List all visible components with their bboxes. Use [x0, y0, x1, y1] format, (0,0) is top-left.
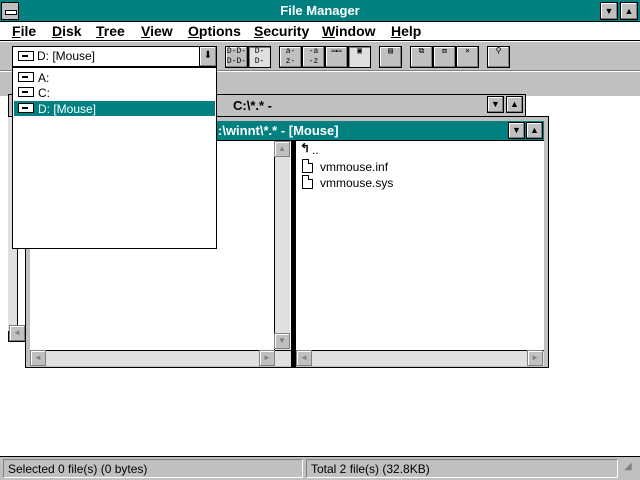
disconnect-network-drive-button[interactable]: D- D- [248, 46, 271, 68]
file-item[interactable]: vmmouse.inf [300, 159, 420, 175]
sort-by-date-button[interactable]: -a -z [302, 46, 325, 68]
file-icon [302, 159, 313, 173]
menu-bar: File Disk Tree View Options Security Win… [0, 22, 640, 41]
file-list-horizontal-scrollbar[interactable]: ◄ ► [296, 350, 544, 366]
maximize-child-button[interactable]: ▲ [526, 122, 543, 139]
sort-by-type-button[interactable]: ▣ [348, 46, 371, 68]
sort-by-size-button[interactable]: ▭▭ [325, 46, 348, 68]
drive-option-d[interactable]: D: [Mouse] [14, 101, 215, 116]
menu-file[interactable]: File [12, 23, 36, 39]
drive-option-label: D: [Mouse] [38, 102, 97, 116]
sort-by-name-button[interactable]: a-z- [279, 46, 302, 68]
minimize-child-button[interactable]: ▼ [508, 122, 525, 139]
file-item[interactable]: vmmouse.sys [300, 175, 420, 191]
parent-directory-label: .. [312, 143, 319, 157]
menu-options[interactable]: Options [188, 23, 241, 39]
window-title: File Manager [280, 3, 360, 18]
file-icon [302, 175, 313, 189]
drive-option-label: A: [38, 71, 50, 85]
drive-selector[interactable]: D: [Mouse] ⬇ [12, 46, 217, 67]
status-total: Total 2 file(s) (32.8KB) [306, 459, 618, 478]
removable-drive-icon [18, 103, 34, 113]
status-bar: Selected 0 file(s) (0 bytes) Total 2 fil… [0, 456, 640, 480]
parent-directory-item[interactable]: ↰ .. [300, 141, 340, 157]
background-window-title: C:\*.* - [233, 98, 272, 113]
bg-maximize-button[interactable]: ▲ [506, 96, 523, 113]
tree-horizontal-scrollbar[interactable]: ◄ ► [30, 350, 291, 366]
bg-minimize-button[interactable]: ▼ [487, 96, 504, 113]
minimize-button[interactable]: ▼ [600, 2, 618, 20]
connect-network-drive-button[interactable]: D-D- D-D- [225, 46, 248, 68]
move-button[interactable]: ⧈ [433, 46, 456, 68]
menu-tree[interactable]: Tree [96, 23, 125, 39]
drive-dropdown-button[interactable]: ⬇ [199, 47, 216, 66]
drive-option-label: C: [38, 86, 50, 100]
menu-disk[interactable]: Disk [52, 23, 82, 39]
drive-option-a[interactable]: A: [14, 70, 215, 85]
menu-view[interactable]: View [141, 23, 173, 39]
up-arrow-icon: ↰ [300, 141, 311, 155]
maximize-button[interactable]: ▲ [620, 2, 638, 20]
drive-selector-value: D: [Mouse] [37, 49, 96, 63]
removable-drive-icon [18, 51, 34, 61]
resize-grip-icon[interactable]: ◢ [624, 461, 638, 477]
files-scroll-left-button[interactable]: ◄ [296, 350, 312, 366]
tree-vertical-scrollbar[interactable]: ▲ ▼ [274, 141, 290, 350]
tree-scroll-down-button[interactable]: ▼ [274, 333, 290, 349]
delete-button[interactable]: ✕ [456, 46, 479, 68]
tree-scroll-right-button[interactable]: ► [259, 350, 275, 366]
menu-security[interactable]: Security [254, 23, 309, 39]
copy-button[interactable]: ⧉ [410, 46, 433, 68]
floppy-drive-icon [18, 72, 34, 82]
new-window-button[interactable]: ▤ [379, 46, 402, 68]
menu-window[interactable]: Window [322, 23, 376, 39]
files-scroll-right-button[interactable]: ► [527, 350, 543, 366]
drive-dropdown-list: A: C: D: [Mouse] [12, 67, 217, 249]
tree-scroll-up-button[interactable]: ▲ [274, 141, 290, 157]
file-list-pane[interactable]: ↰ .. vmmouse.inf vmmouse.sys [296, 141, 544, 350]
active-window-title: :\winnt\*.* - [Mouse] [218, 123, 339, 138]
tree-scroll-left-button[interactable]: ◄ [30, 350, 46, 366]
title-bar: File Manager ▼ ▲ [0, 0, 640, 22]
status-selected: Selected 0 file(s) (0 bytes) [3, 459, 303, 478]
file-name: vmmouse.sys [320, 176, 394, 190]
file-name: vmmouse.inf [320, 160, 389, 174]
hard-drive-icon [18, 87, 34, 97]
properties-button[interactable]: ⚲ [487, 46, 510, 68]
bg-scroll-left-button[interactable]: ◄ [9, 325, 25, 341]
menu-help[interactable]: Help [391, 23, 421, 39]
drive-option-c[interactable]: C: [14, 85, 215, 100]
